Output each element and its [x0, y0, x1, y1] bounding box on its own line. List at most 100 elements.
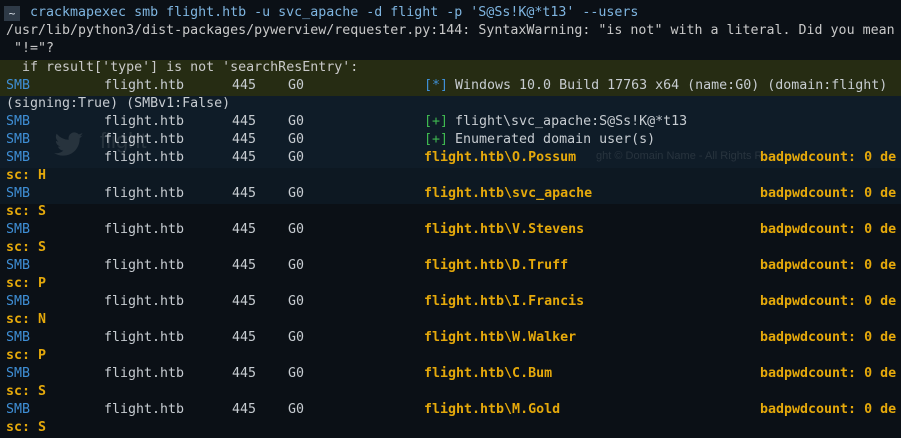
name-label: G0: [288, 258, 305, 273]
host-label: flight.htb: [104, 294, 185, 309]
name-label: G0: [288, 222, 305, 237]
success-marker: [+]: [424, 114, 449, 129]
name-label: G0: [288, 186, 305, 201]
protocol-label: SMB: [6, 150, 31, 165]
name-label: G0: [288, 78, 305, 93]
name-label: G0: [288, 402, 305, 417]
user-name: flight.htb\O.Possum: [424, 150, 577, 165]
host-label: flight.htb: [104, 114, 185, 129]
name-label: G0: [288, 330, 305, 345]
user-row-wrap: sc: S: [0, 419, 901, 437]
protocol-label: SMB: [6, 132, 31, 147]
name-label: G0: [288, 114, 305, 129]
enum-text: Enumerated domain user(s): [455, 132, 656, 147]
protocol-label: SMB: [6, 330, 31, 345]
terminal-window[interactable]: flight ght © Domain Name - All Rights R …: [0, 0, 901, 438]
user-row-wrap: sc: S: [0, 383, 901, 401]
port-label: 445: [232, 186, 257, 201]
user-row: SMB flight.htb 445 G0 flight.htb\O.Possu…: [0, 149, 901, 167]
output-row-wrap: (signing:True) (SMBv1:False): [0, 95, 901, 113]
user-desc-wrap: sc: S: [6, 420, 47, 435]
protocol-label: SMB: [6, 186, 31, 201]
host-label: flight.htb: [104, 132, 185, 147]
user-row: SMB flight.htb 445 G0 flight.htb\M.Gold …: [0, 401, 901, 419]
name-label: G0: [288, 150, 305, 165]
bad-pwd-count: badpwdcount: 0 de: [760, 294, 897, 309]
protocol-label: SMB: [6, 402, 31, 417]
bad-pwd-count: badpwdcount: 0 de: [760, 150, 897, 165]
info-text: Windows 10.0 Build 17763 x64 (name:G0) (…: [455, 78, 888, 93]
protocol-label: SMB: [6, 258, 31, 273]
bad-pwd-count: badpwdcount: 0 de: [760, 402, 897, 417]
user-row: SMB flight.htb 445 G0 flight.htb\C.Bum b…: [0, 365, 901, 383]
user-name: flight.htb\W.Walker: [424, 330, 577, 345]
info-marker: [*]: [424, 78, 449, 93]
user-desc-wrap: sc: S: [6, 240, 47, 255]
user-row-wrap: sc: H: [0, 167, 901, 185]
output-row: SMB flight.htb 445 G0 [*] Windows 10.0 B…: [0, 77, 901, 95]
port-label: 445: [232, 78, 257, 93]
user-row: SMB flight.htb 445 G0 flight.htb\I.Franc…: [0, 293, 901, 311]
port-label: 445: [232, 222, 257, 237]
output-row: SMB flight.htb 445 G0 [+] flight\svc_apa…: [0, 113, 901, 131]
bad-pwd-count: badpwdcount: 0 de: [760, 258, 897, 273]
port-label: 445: [232, 150, 257, 165]
protocol-label: SMB: [6, 222, 31, 237]
user-row-wrap: sc: P: [0, 347, 901, 365]
user-row: SMB flight.htb 445 G0 flight.htb\W.Walke…: [0, 329, 901, 347]
host-label: flight.htb: [104, 78, 185, 93]
port-label: 445: [232, 294, 257, 309]
bad-pwd-count: badpwdcount: 0 de: [760, 222, 897, 237]
warning-text: /usr/lib/python3/dist-packages/pywerview…: [6, 23, 895, 38]
user-name: flight.htb\V.Stevens: [424, 222, 585, 237]
success-marker: [+]: [424, 132, 449, 147]
protocol-label: SMB: [6, 366, 31, 381]
user-desc-wrap: sc: P: [6, 276, 47, 291]
auth-text: flight\svc_apache:S@Ss!K@*t13: [455, 114, 688, 129]
name-label: G0: [288, 366, 305, 381]
user-name: flight.htb\svc_apache: [424, 186, 593, 201]
name-label: G0: [288, 132, 305, 147]
port-label: 445: [232, 258, 257, 273]
warning-line: "!="?: [0, 40, 901, 58]
bad-pwd-count: badpwdcount: 0 de: [760, 330, 897, 345]
warning-line: /usr/lib/python3/dist-packages/pywerview…: [0, 22, 901, 40]
user-desc-wrap: sc: P: [6, 348, 47, 363]
info-wrap-text: (signing:True) (SMBv1:False): [6, 96, 231, 111]
user-row-wrap: sc: S: [0, 239, 901, 257]
protocol-label: SMB: [6, 294, 31, 309]
output-row: SMB flight.htb 445 G0 [+] Enumerated dom…: [0, 131, 901, 149]
user-row-wrap: sc: S: [0, 203, 901, 221]
user-row-wrap: sc: N: [0, 311, 901, 329]
home-prompt-icon: ~: [4, 6, 20, 21]
host-label: flight.htb: [104, 258, 185, 273]
user-desc-wrap: sc: S: [6, 204, 47, 219]
user-name: flight.htb\I.Francis: [424, 294, 585, 309]
port-label: 445: [232, 330, 257, 345]
host-label: flight.htb: [104, 186, 185, 201]
host-label: flight.htb: [104, 402, 185, 417]
protocol-label: SMB: [6, 78, 31, 93]
protocol-label: SMB: [6, 114, 31, 129]
bad-pwd-count: badpwdcount: 0 de: [760, 186, 897, 201]
host-label: flight.htb: [104, 150, 185, 165]
port-label: 445: [232, 402, 257, 417]
host-label: flight.htb: [104, 366, 185, 381]
warning-line: if result['type'] is not 'searchResEntry…: [0, 59, 901, 77]
user-name: flight.htb\M.Gold: [424, 402, 561, 417]
port-label: 445: [232, 366, 257, 381]
warning-text: if result['type'] is not 'searchResEntry…: [6, 60, 359, 75]
port-label: 445: [232, 114, 257, 129]
host-label: flight.htb: [104, 330, 185, 345]
user-name: flight.htb\D.Truff: [424, 258, 569, 273]
user-row: SMB flight.htb 445 G0 flight.htb\svc_apa…: [0, 185, 901, 203]
warning-text: "!="?: [6, 41, 55, 56]
bad-pwd-count: badpwdcount: 0 de: [760, 366, 897, 381]
command-text: crackmapexec smb flight.htb -u svc_apach…: [30, 5, 639, 20]
user-row: SMB flight.htb 445 G0 flight.htb\D.Truff…: [0, 257, 901, 275]
user-desc-wrap: sc: H: [6, 168, 47, 183]
user-name: flight.htb\C.Bum: [424, 366, 553, 381]
name-label: G0: [288, 294, 305, 309]
user-desc-wrap: sc: S: [6, 384, 47, 399]
prompt-line: ~ crackmapexec smb flight.htb -u svc_apa…: [0, 4, 901, 22]
